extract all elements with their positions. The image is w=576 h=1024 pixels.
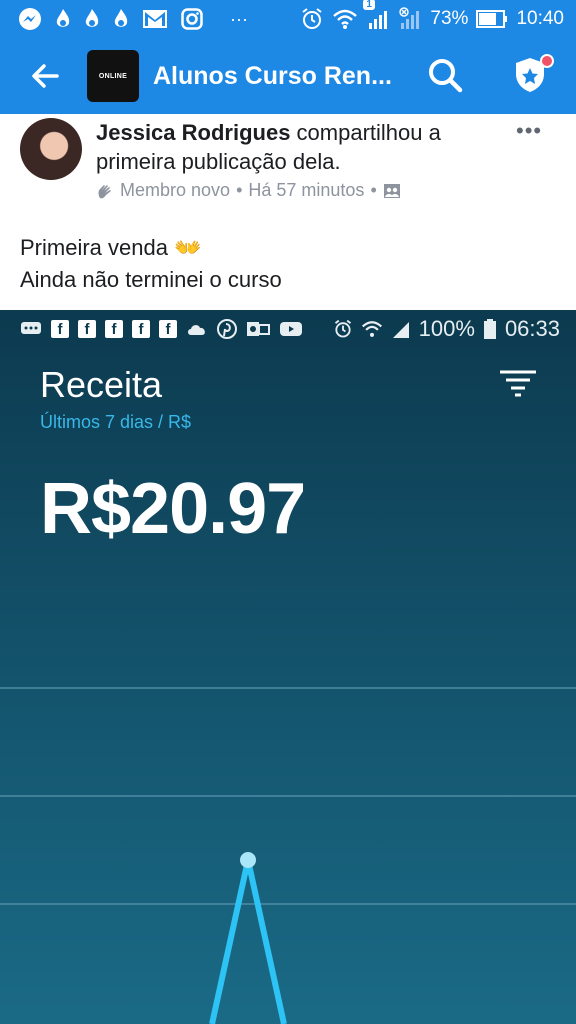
more-options-icon[interactable]: ••• [516, 118, 542, 144]
chart-series-line [209, 859, 287, 1024]
fire-icon [114, 9, 128, 27]
revenue-amount: R$20.97 [40, 469, 306, 549]
outlook-icon [247, 322, 270, 336]
member-badge: Membro novo [120, 180, 231, 200]
image-battery-percent: 100% [418, 316, 475, 341]
meta-separator: • [370, 180, 377, 200]
facebook-icon: f [105, 320, 123, 338]
gmail-icon [143, 10, 167, 28]
group-title[interactable]: Alunos Curso Ren... [153, 62, 393, 91]
post: Jessica Rodrigues compartilhou a primeir… [0, 114, 576, 310]
wifi-icon [361, 321, 382, 337]
author-name[interactable]: Jessica Rodrigues [96, 120, 290, 145]
meta-separator: • [236, 180, 243, 200]
status-bar: ··· 1 73% 10:40 [0, 0, 576, 38]
battery-percent: 73% [430, 8, 469, 29]
post-meta: Membro novo • Há 57 minutos • [96, 180, 401, 201]
battery-icon [483, 319, 496, 339]
post-body: Primeira venda 👐 Ainda não terminei o cu… [20, 232, 282, 296]
facebook-icon: f [132, 320, 150, 338]
alarm-icon [302, 8, 323, 29]
battery-icon [476, 10, 508, 28]
avatar[interactable] [20, 118, 82, 180]
group-thumbnail[interactable]: ONLINE [87, 50, 139, 102]
fire-icon [56, 9, 70, 27]
messenger-icon [19, 8, 41, 30]
post-image[interactable]: f f f f f 100% 06:33 Receita Últimos 7 d… [0, 310, 576, 1024]
revenue-title: Receita [40, 364, 163, 405]
status-time: 10:40 [516, 8, 564, 29]
pinterest-icon [217, 319, 237, 339]
search-icon[interactable] [426, 56, 464, 94]
facebook-icon: f [51, 320, 69, 338]
revenue-chart [0, 687, 576, 1024]
app-bar: ONLINE Alunos Curso Ren... [0, 38, 576, 114]
facebook-icon: f [159, 320, 177, 338]
alarm-icon [334, 319, 351, 338]
chart-peak-point [240, 852, 256, 868]
cell-signal-2-icon [399, 7, 420, 29]
facebook-icon: f [78, 320, 96, 338]
revenue-period: Últimos 7 dias / R$ [40, 412, 192, 432]
wave-hand-icon [98, 184, 111, 198]
filter-icon[interactable] [498, 368, 538, 398]
image-status-bar: f f f f f 100% 06:33 [0, 310, 576, 348]
chat-icon [21, 322, 41, 334]
image-status-time: 06:33 [504, 316, 560, 341]
wifi-icon [333, 9, 358, 29]
shield-star-icon[interactable] [510, 52, 556, 98]
fire-icon [85, 9, 99, 27]
post-header: Jessica Rodrigues compartilhou a primeir… [96, 118, 516, 176]
cell-signal-icon [392, 322, 409, 338]
post-text-line: Primeira venda 👐 [20, 235, 202, 260]
more-notifications-icon: ··· [230, 8, 248, 29]
instagram-icon [181, 8, 203, 30]
youtube-icon [280, 322, 302, 336]
post-time[interactable]: Há 57 minutos [248, 180, 364, 201]
post-text-line: Ainda não terminei o curso [20, 267, 282, 292]
back-arrow-icon[interactable] [30, 61, 60, 91]
cloud-icon [188, 325, 205, 335]
group-audience-icon [383, 183, 400, 198]
cell-signal-1-icon: 1 [363, 0, 390, 31]
sim-badge: 1 [363, 0, 375, 10]
